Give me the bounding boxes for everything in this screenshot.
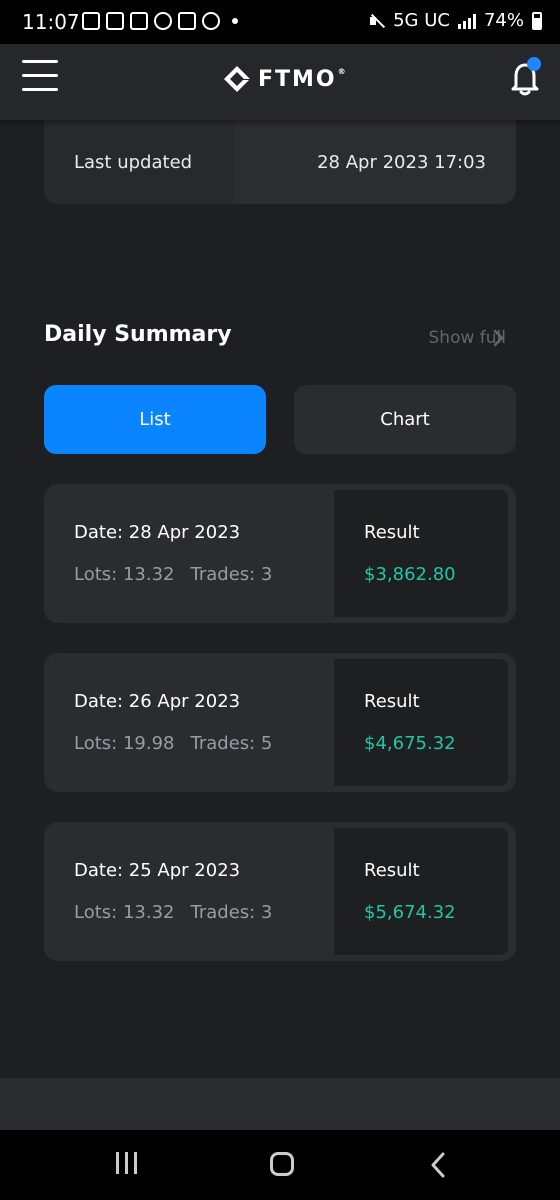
result-label: Result bbox=[364, 691, 420, 712]
more-notifications-dot-icon bbox=[232, 18, 238, 24]
battery-icon bbox=[532, 11, 542, 30]
result-label: Result bbox=[364, 522, 420, 543]
daily-summary-title: Daily Summary bbox=[44, 322, 232, 347]
day-trades: Trades: 3 bbox=[190, 902, 273, 923]
home-icon[interactable] bbox=[270, 1152, 294, 1176]
status-notification-icons bbox=[82, 12, 238, 30]
logo-text: FTMO® bbox=[258, 66, 348, 92]
recent-apps-icon[interactable] bbox=[114, 1152, 138, 1176]
result-cell: Result $4,675.32 bbox=[334, 659, 508, 786]
chevron-right-icon[interactable] bbox=[492, 328, 506, 348]
daily-summary-card[interactable]: Date: 25 Apr 2023 Lots: 13.32 Trades: 3 … bbox=[44, 822, 516, 961]
last-updated-label: Last updated bbox=[74, 152, 193, 173]
status-time: 11:07 bbox=[22, 10, 80, 34]
status-system-area: 5G UC 74% bbox=[369, 10, 542, 31]
screen-notification-icon bbox=[130, 12, 148, 30]
last-updated-value: 28 Apr 2023 17:03 bbox=[317, 152, 486, 173]
day-lots: Lots: 19.98 bbox=[74, 733, 175, 754]
last-updated-label-cell: Last updated bbox=[44, 110, 234, 204]
daily-summary-card[interactable]: Date: 26 Apr 2023 Lots: 19.98 Trades: 5 … bbox=[44, 653, 516, 792]
result-cell: Result $5,674.32 bbox=[334, 828, 508, 955]
day-trades: Trades: 5 bbox=[190, 733, 273, 754]
result-cell: Result $3,862.80 bbox=[334, 490, 508, 617]
hamburger-icon[interactable] bbox=[22, 60, 60, 96]
mute-icon bbox=[369, 13, 385, 29]
day-lots: Lots: 13.32 bbox=[74, 902, 175, 923]
app-wave-icon bbox=[202, 12, 220, 30]
tab-chart[interactable]: Chart bbox=[294, 385, 516, 454]
back-icon[interactable] bbox=[428, 1152, 448, 1178]
day-stats: Lots: 19.98 Trades: 5 bbox=[74, 733, 272, 754]
day-stats: Lots: 13.32 Trades: 3 bbox=[74, 902, 272, 923]
result-label: Result bbox=[364, 860, 420, 881]
ftmo-logo-mark-icon bbox=[224, 66, 250, 92]
person-notification-icon bbox=[154, 12, 172, 30]
day-stats: Lots: 13.32 Trades: 3 bbox=[74, 564, 272, 585]
result-value: $3,862.80 bbox=[364, 564, 456, 585]
day-lots: Lots: 13.32 bbox=[74, 564, 175, 585]
day-trades: Trades: 3 bbox=[190, 564, 273, 585]
result-value: $5,674.32 bbox=[364, 902, 456, 923]
ftmo-logo: FTMO® bbox=[222, 64, 348, 94]
daily-summary-card[interactable]: Date: 28 Apr 2023 Lots: 13.32 Trades: 3 … bbox=[44, 484, 516, 623]
notification-badge bbox=[527, 57, 541, 71]
system-nav-bar bbox=[0, 1130, 560, 1200]
result-value: $4,675.32 bbox=[364, 733, 456, 754]
network-label: 5G UC bbox=[393, 10, 450, 31]
lock-notification-icon bbox=[178, 12, 196, 30]
app-header: FTMO® bbox=[0, 44, 560, 120]
tab-list[interactable]: List bbox=[44, 385, 266, 454]
day-date: Date: 28 Apr 2023 bbox=[74, 522, 241, 543]
mail-notification-icon bbox=[106, 12, 124, 30]
day-date: Date: 26 Apr 2023 bbox=[74, 691, 241, 712]
signal-icon bbox=[457, 13, 476, 29]
app-notification-icon bbox=[82, 12, 100, 30]
last-updated-row: Last updated 28 Apr 2023 17:03 bbox=[44, 110, 516, 204]
status-bar: 11:07 5G UC 74% bbox=[0, 0, 560, 44]
day-date: Date: 25 Apr 2023 bbox=[74, 860, 241, 881]
next-section bbox=[0, 1078, 560, 1138]
battery-percent: 74% bbox=[483, 10, 524, 31]
